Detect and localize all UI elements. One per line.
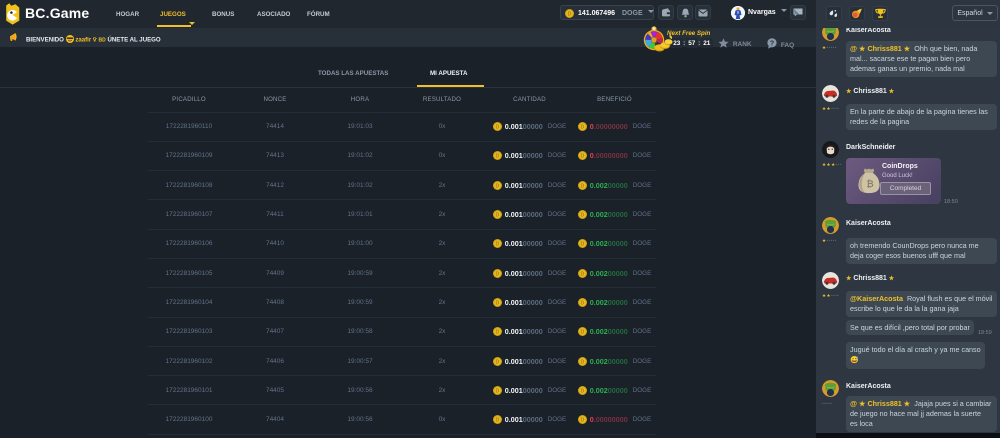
svg-text:D: D — [495, 330, 499, 336]
svg-text:D: D — [580, 388, 584, 394]
svg-text:D: D — [495, 388, 499, 394]
svg-text:D: D — [495, 359, 499, 365]
svg-text:D: D — [495, 154, 499, 160]
svg-text:D: D — [495, 301, 499, 307]
svg-text:D: D — [495, 213, 499, 219]
svg-text:?: ? — [770, 40, 774, 47]
svg-text:D: D — [495, 418, 499, 424]
svg-text:D: D — [580, 125, 584, 131]
svg-text:D: D — [495, 242, 499, 248]
svg-text:D: D — [580, 359, 584, 365]
svg-text:₿: ₿ — [866, 179, 873, 189]
svg-text:D: D — [580, 330, 584, 336]
svg-text:D: D — [495, 183, 499, 189]
svg-text:D: D — [580, 418, 584, 424]
svg-text:D: D — [580, 301, 584, 307]
svg-text:D: D — [580, 242, 584, 248]
svg-text:D: D — [495, 271, 499, 277]
svg-text:D: D — [567, 12, 571, 18]
svg-text:D: D — [580, 213, 584, 219]
svg-text:D: D — [495, 125, 499, 131]
svg-text:D: D — [580, 271, 584, 277]
svg-text:D: D — [580, 183, 584, 189]
svg-text:D: D — [580, 154, 584, 160]
